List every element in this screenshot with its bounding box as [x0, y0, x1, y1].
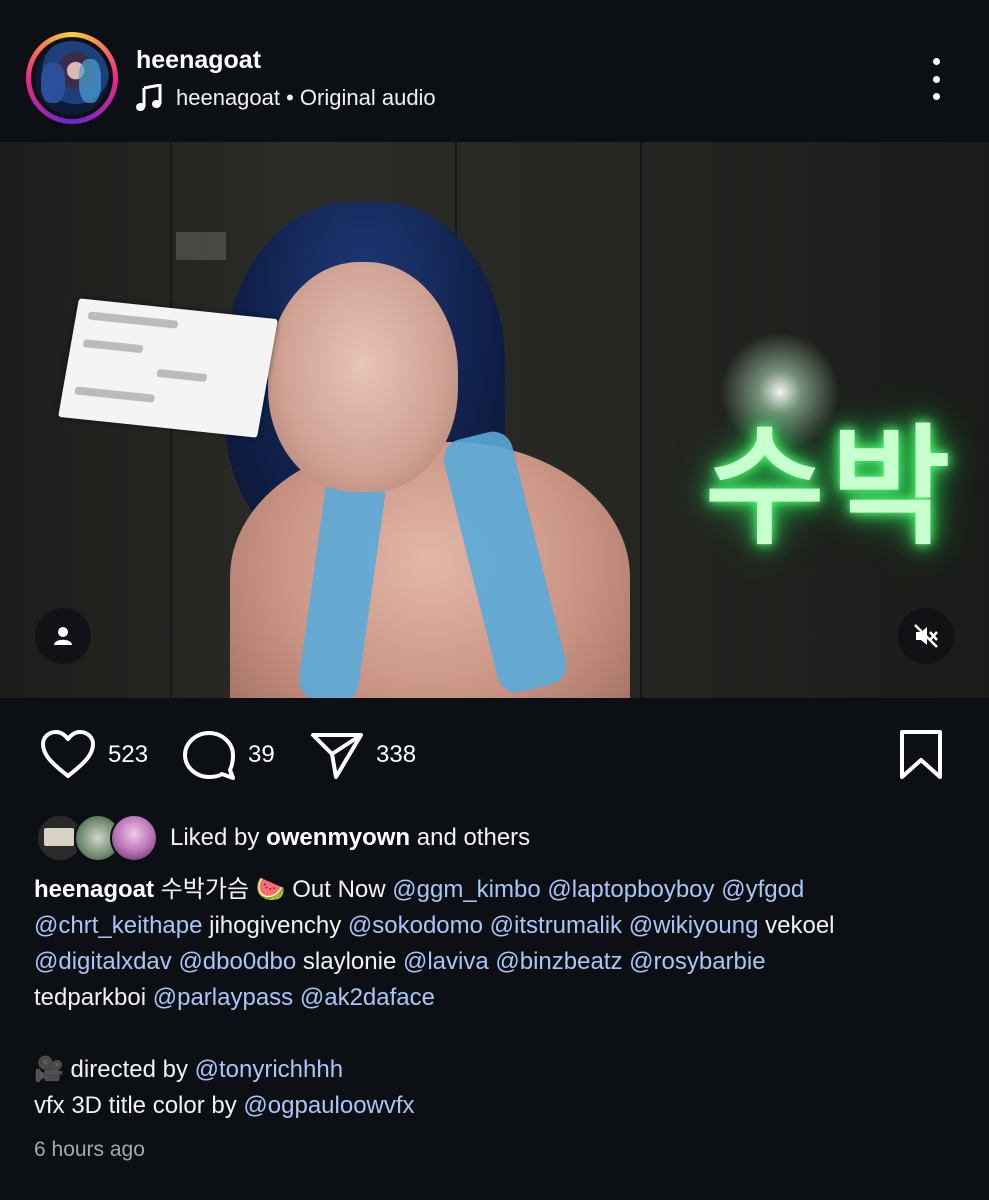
liked-by-user[interactable]: owenmyown — [266, 824, 410, 852]
caption-line: @chrt_keithape jihogivenchy @sokodomo @i… — [34, 912, 835, 939]
mention-link[interactable]: @wikiyoung — [629, 912, 759, 939]
audio-row[interactable]: heenagoat • Original audio — [136, 84, 436, 112]
video-person-face — [268, 262, 458, 492]
caption-line: heenagoat 수박가슴 🍉 Out Now @ggm_kimbo @lap… — [34, 876, 805, 903]
caption-line: @digitalxdav @dbo0dbo slaylonie @laviva … — [34, 948, 766, 975]
post-timestamp: 6 hours ago — [34, 1138, 145, 1161]
profile-avatar[interactable] — [26, 32, 118, 124]
mention-link[interactable]: @parlaypass — [153, 984, 293, 1011]
liker-avatar — [110, 814, 158, 862]
liked-by-suffix: and others — [410, 824, 531, 851]
mention-link[interactable]: @ggm_kimbo — [392, 876, 540, 903]
post-header: heenagoat heenagoat • Original audio — [0, 0, 989, 142]
send-icon — [311, 733, 363, 779]
caption-line: 🎥 directed by @tonyrichhhh — [34, 1056, 344, 1083]
avatar-image — [35, 41, 109, 115]
liker-avatars — [36, 814, 158, 862]
caption-line: vfx 3D title color by @ogpauloowvfx — [34, 1092, 415, 1119]
audio-label: heenagoat • Original audio — [176, 85, 436, 110]
post-caption: heenagoat 수박가슴 🍉 Out Now @ggm_kimbo @lap… — [34, 872, 964, 1124]
heart-icon — [41, 730, 95, 778]
mute-toggle-button[interactable] — [898, 608, 954, 664]
share-button[interactable]: 338 — [310, 720, 416, 790]
neon-title-text: 수박 — [705, 414, 957, 560]
mention-link[interactable]: @dbo0dbo — [178, 948, 296, 975]
post-video[interactable]: 수박 — [0, 142, 989, 698]
mention-link[interactable]: @digitalxdav — [34, 948, 172, 975]
mention-link[interactable]: @rosybarbie — [629, 948, 765, 975]
comment-button[interactable]: 39 — [182, 720, 275, 790]
mention-link[interactable]: @ogpauloowvfx — [243, 1092, 414, 1119]
mention-link[interactable]: @chrt_keithape — [34, 912, 202, 939]
like-count: 523 — [108, 741, 149, 768]
comment-icon — [183, 731, 235, 780]
mention-link[interactable]: @sokodomo — [348, 912, 483, 939]
like-button[interactable]: 523 — [40, 720, 148, 790]
person-icon — [54, 627, 72, 645]
mention-link[interactable]: @ak2daface — [300, 984, 435, 1011]
caption-line: tedparkboi @parlaypass @ak2daface — [34, 984, 435, 1011]
video-person-body — [230, 442, 630, 698]
share-count: 338 — [376, 741, 417, 768]
mention-link[interactable]: @yfgod — [721, 876, 804, 903]
save-button[interactable] — [898, 720, 944, 790]
music-note-icon — [136, 84, 162, 111]
tagged-users-button[interactable] — [35, 608, 91, 664]
mention-link[interactable]: @tonyrichhhh — [195, 1056, 343, 1083]
post-username[interactable]: heenagoat — [136, 46, 261, 75]
mention-link[interactable]: @laviva — [403, 948, 489, 975]
action-bar: 523 39 338 — [0, 720, 989, 790]
more-options-icon[interactable] — [922, 58, 950, 100]
mention-link[interactable]: @binzbeatz — [495, 948, 622, 975]
liked-by-row[interactable]: Liked by owenmyown and others — [36, 812, 530, 864]
mention-link[interactable]: @itstrumalik — [490, 912, 622, 939]
muted-speaker-icon — [914, 624, 938, 648]
mention-link[interactable]: @laptopboyboy — [547, 876, 714, 903]
caption-username[interactable]: heenagoat — [34, 876, 154, 903]
liked-by-prefix: Liked by — [170, 824, 267, 851]
floating-chat-card — [58, 298, 278, 438]
bookmark-icon — [900, 730, 942, 779]
comment-count: 39 — [248, 741, 275, 768]
